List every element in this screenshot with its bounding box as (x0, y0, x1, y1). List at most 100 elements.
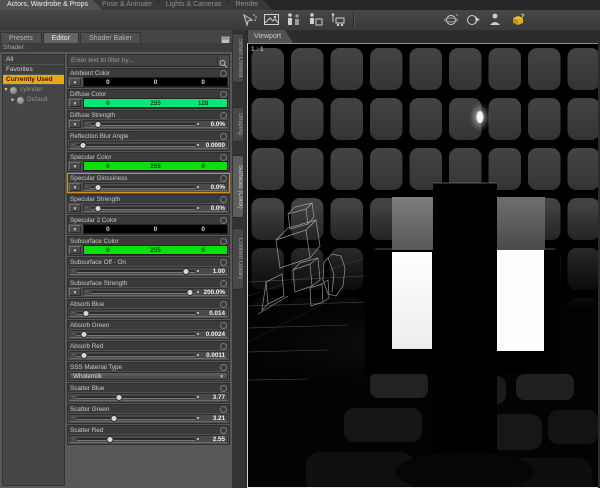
param-dropdown-button[interactable]: ▼ (69, 204, 81, 212)
slider-handle[interactable] (182, 267, 190, 275)
property-header[interactable]: Absorb Green (68, 321, 229, 329)
filter-item-currently-used[interactable]: Currently Used (3, 75, 64, 85)
viewport-canvas[interactable]: 1 : 1 (247, 43, 598, 488)
property-header[interactable]: Diffuse Color (68, 90, 229, 98)
property-header[interactable]: Scatter Blue (68, 384, 229, 392)
orbit-icon[interactable] (443, 12, 460, 27)
parameter-menu-icon[interactable] (220, 279, 227, 287)
property-header[interactable]: Subsurface Color (68, 237, 229, 245)
property-header[interactable]: SSS Material Type (68, 363, 229, 371)
color-value-bar[interactable]: 0 0 0 (83, 224, 228, 234)
slider-handle[interactable] (115, 393, 123, 401)
slider[interactable]: - 0.014 (69, 309, 228, 317)
tab-lights-cameras[interactable]: Lights & Cameras (159, 0, 236, 10)
parameter-menu-icon[interactable] (220, 216, 227, 224)
orbit-pointer-icon[interactable] (465, 12, 482, 27)
property-header[interactable]: Specular Strength (68, 195, 229, 203)
search-icon[interactable] (217, 55, 229, 68)
param-dropdown-button[interactable]: ▼ (69, 120, 81, 128)
slider-track[interactable] (77, 435, 195, 443)
parameter-menu-icon[interactable] (220, 174, 227, 182)
slider-track[interactable] (77, 309, 195, 317)
parameter-menu-icon[interactable] (220, 90, 227, 98)
slider-handle[interactable] (94, 204, 102, 212)
pointer-spray-icon[interactable] (241, 12, 258, 27)
property-header[interactable]: Scatter Green (68, 405, 229, 413)
parameter-menu-icon[interactable] (220, 363, 227, 371)
property-header[interactable]: Subsurface Strength (68, 279, 229, 287)
parameter-menu-icon[interactable] (220, 132, 227, 140)
parameter-menu-icon[interactable] (220, 405, 227, 413)
property-header[interactable]: Absorb Red (68, 342, 229, 350)
property-header[interactable]: Reflection Blur Angle (68, 132, 229, 140)
property-header[interactable]: Absorb Blue (68, 300, 229, 308)
property-header[interactable]: Scatter Red (68, 426, 229, 434)
parameter-menu-icon[interactable] (220, 258, 227, 266)
figures-icon[interactable] (285, 12, 302, 27)
param-dropdown-button[interactable]: ▼ (69, 99, 81, 107)
filter-item-all[interactable]: All (3, 55, 64, 65)
slider-handle[interactable] (80, 330, 88, 338)
param-dropdown-button[interactable]: ▼ (69, 183, 81, 191)
param-dropdown-button[interactable]: ▼ (69, 162, 81, 170)
slider-track[interactable] (77, 393, 195, 401)
slider[interactable]: - 1.00 (69, 267, 228, 275)
param-dropdown-button[interactable]: ▼ (69, 225, 81, 233)
slider-handle[interactable] (80, 351, 88, 359)
slider[interactable]: - 3.77 (69, 393, 228, 401)
figure-box-icon[interactable] (307, 12, 324, 27)
sss-material-select[interactable]: Wholemilk ▼ (69, 372, 228, 380)
property-header[interactable]: Specular 2 Color (68, 216, 229, 224)
property-header[interactable]: Subsurface Off - On (68, 258, 229, 266)
parameter-menu-icon[interactable] (220, 384, 227, 392)
tab-render[interactable]: Render (229, 0, 273, 10)
filter-search-field[interactable]: Enter text to filter by... (67, 54, 230, 68)
slider[interactable]: - 3.21 (69, 414, 228, 422)
parameter-menu-icon[interactable] (220, 111, 227, 119)
slider[interactable]: - 0.0% (83, 183, 228, 191)
property-header[interactable]: Diffuse Strength (68, 111, 229, 119)
parameter-menu-icon[interactable] (220, 69, 227, 77)
gold-cube-icon[interactable] (509, 12, 526, 27)
tab-smart-content[interactable]: Smart Content (233, 33, 244, 83)
color-value-bar[interactable]: 0 255 0 (83, 161, 228, 171)
property-header[interactable]: Specular Glossiness (68, 174, 229, 182)
tab-content-library[interactable]: Content Library (233, 228, 244, 290)
parameter-menu-icon[interactable] (220, 321, 227, 329)
slider-track[interactable] (91, 288, 195, 296)
slider[interactable]: - 0.0011 (69, 351, 228, 359)
color-value-bar[interactable]: 0 255 128 (83, 98, 228, 108)
property-header[interactable]: Specular Color (68, 153, 229, 161)
param-dropdown-button[interactable]: ▼ (69, 246, 81, 254)
tab-actors-wardrobe-props[interactable]: Actors, Wardrobe & Props (0, 0, 102, 10)
slider[interactable]: - 200.0% (83, 288, 228, 296)
slider[interactable]: - 0.0% (83, 204, 228, 212)
tree-item-default[interactable]: ► Default (3, 95, 64, 105)
parameter-menu-icon[interactable] (220, 342, 227, 350)
parameter-menu-icon[interactable] (220, 426, 227, 434)
image-icon[interactable] (263, 12, 280, 27)
slider-track[interactable] (77, 267, 195, 275)
tree-item-cylinder[interactable]: ▼ cylinder (3, 85, 64, 95)
color-value-bar[interactable]: 0 255 0 (83, 245, 228, 255)
slider-handle[interactable] (186, 288, 194, 296)
slider-handle[interactable] (106, 435, 114, 443)
slider-track[interactable] (77, 351, 195, 359)
param-dropdown-button[interactable]: ▼ (69, 78, 81, 86)
slider-track[interactable] (91, 204, 195, 212)
parameter-menu-icon[interactable] (220, 237, 227, 245)
slider-handle[interactable] (82, 309, 90, 317)
slider-handle[interactable] (94, 120, 102, 128)
slider[interactable]: - 0.0000 (69, 141, 228, 149)
parameter-menu-icon[interactable] (220, 153, 227, 161)
slider-handle[interactable] (110, 414, 118, 422)
figure-cart-icon[interactable] (329, 12, 346, 27)
property-header[interactable]: Ambient Color (68, 69, 229, 77)
slider[interactable]: - 2.55 (69, 435, 228, 443)
tab-shaping[interactable]: Shaping (233, 107, 244, 142)
slider-handle[interactable] (94, 183, 102, 191)
param-dropdown-button[interactable]: ▼ (69, 288, 81, 296)
slider-track[interactable] (77, 414, 195, 422)
parameter-menu-icon[interactable] (220, 300, 227, 308)
filter-item-favorites[interactable]: Favorites (3, 65, 64, 75)
